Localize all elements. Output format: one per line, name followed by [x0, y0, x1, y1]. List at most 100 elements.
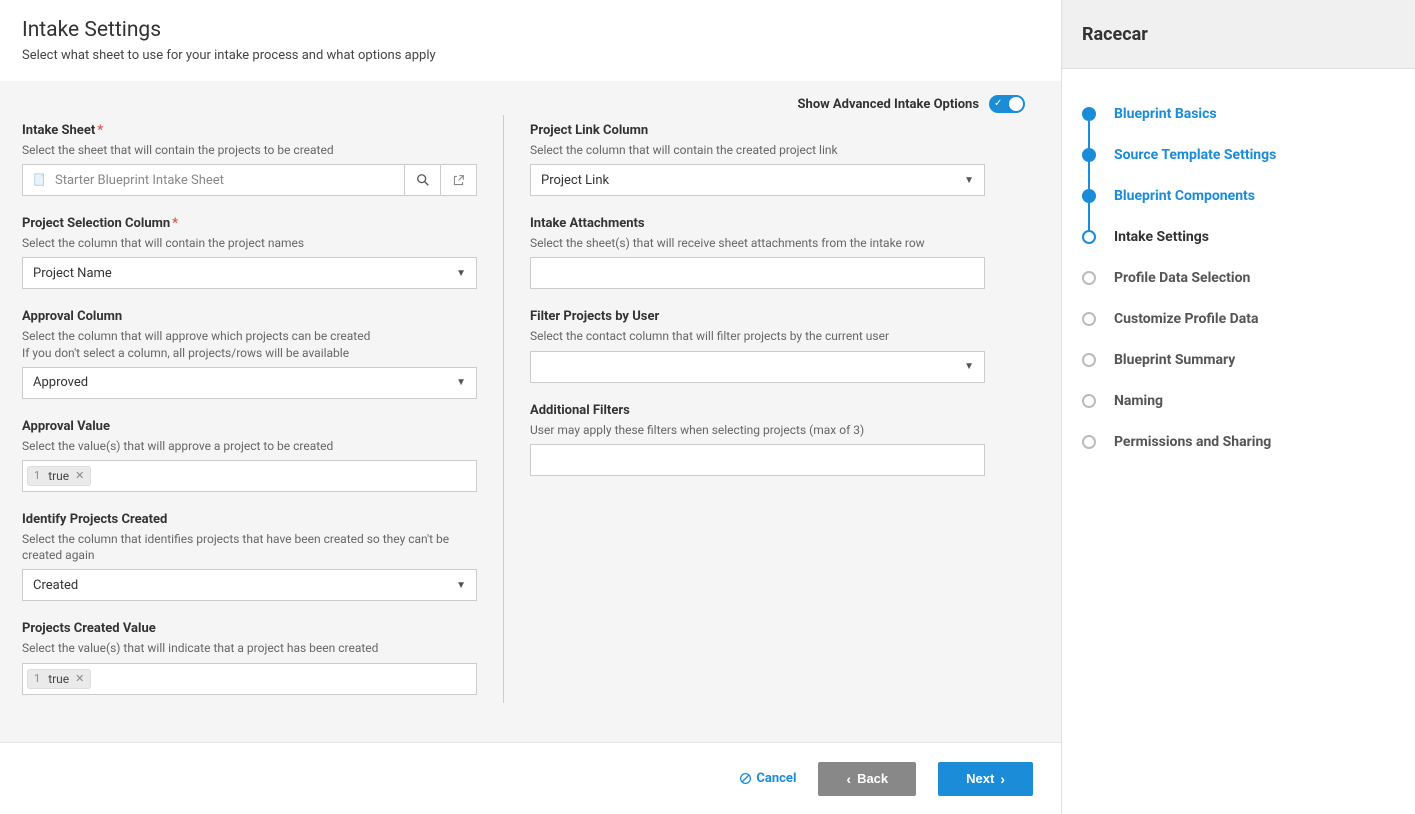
step-label: Customize Profile Data	[1114, 311, 1258, 327]
step-label: Source Template Settings	[1114, 147, 1276, 163]
wizard-step[interactable]: Blueprint Components	[1082, 175, 1395, 216]
page-title: Intake Settings	[22, 18, 1039, 42]
toggle-knob	[1009, 97, 1023, 111]
step-circle-icon	[1082, 394, 1096, 408]
remove-tag-icon[interactable]: ✕	[75, 469, 84, 482]
intake-sheet-field: Intake Sheet* Select the sheet that will…	[22, 123, 477, 196]
step-connector	[1088, 121, 1090, 148]
approval-column-select[interactable]: Approved ▼	[22, 367, 477, 399]
sheet-icon	[33, 173, 47, 187]
step-circle-icon	[1082, 271, 1096, 285]
select-value: Created	[33, 578, 78, 593]
project-link-field: Project Link Column Select the column th…	[530, 123, 985, 196]
step-label: Permissions and Sharing	[1114, 434, 1271, 450]
caret-down-icon: ▼	[456, 268, 466, 279]
approval-value-field: Approval Value Select the value(s) that …	[22, 419, 477, 492]
step-circle-icon	[1082, 435, 1096, 449]
field-help: Select the column that will contain the …	[530, 142, 985, 158]
field-help: Select the value(s) that will approve a …	[22, 438, 477, 454]
external-link-icon	[452, 174, 465, 187]
additional-filters-field: Additional Filters User may apply these …	[530, 403, 985, 476]
field-help: Select the column that will contain the …	[22, 235, 477, 251]
caret-down-icon: ▼	[964, 175, 974, 186]
approval-value-input[interactable]: 1 true ✕	[22, 460, 477, 492]
wizard-step[interactable]: Blueprint Basics	[1082, 93, 1395, 134]
additional-filters-input[interactable]	[530, 444, 985, 476]
footer: Cancel ‹ Back Next ›	[0, 742, 1061, 814]
field-label: Project Link Column	[530, 123, 985, 138]
step-label: Naming	[1114, 393, 1163, 409]
check-icon: ✓	[994, 97, 1002, 111]
value-tag: 1 true ✕	[27, 466, 91, 486]
intake-attachments-field: Intake Attachments Select the sheet(s) t…	[530, 216, 985, 289]
back-button[interactable]: ‹ Back	[818, 762, 916, 796]
project-link-select[interactable]: Project Link ▼	[530, 164, 985, 196]
form-body: Show Advanced Intake Options ✓ Intake Sh…	[0, 81, 1061, 742]
step-circle-icon	[1082, 230, 1096, 244]
intake-attachments-input[interactable]	[530, 257, 985, 289]
column-divider	[503, 115, 504, 703]
field-label: Approval Column	[22, 309, 477, 324]
search-icon	[416, 173, 430, 187]
field-label: Project Selection Column*	[22, 216, 477, 231]
search-button[interactable]	[405, 164, 441, 196]
projects-created-value-input[interactable]: 1 true ✕	[22, 663, 477, 695]
wizard-step[interactable]: Profile Data Selection	[1082, 257, 1395, 298]
cancel-icon	[739, 772, 752, 785]
wizard-step[interactable]: Customize Profile Data	[1082, 298, 1395, 339]
field-help: User may apply these filters when select…	[530, 422, 985, 438]
side-panel: Racecar Blueprint Basics Source Template …	[1062, 0, 1415, 814]
field-label: Additional Filters	[530, 403, 985, 418]
select-value: Project Link	[541, 173, 609, 188]
cancel-button[interactable]: Cancel	[739, 771, 796, 786]
select-value: Project Name	[33, 266, 112, 281]
form-columns: Intake Sheet* Select the sheet that will…	[22, 99, 1039, 715]
step-circle-icon	[1082, 353, 1096, 367]
caret-down-icon: ▼	[456, 580, 466, 591]
step-label: Blueprint Basics	[1114, 106, 1217, 122]
field-label: Filter Projects by User	[530, 309, 985, 324]
side-header: Racecar	[1062, 0, 1415, 69]
step-connector	[1088, 162, 1090, 189]
step-connector	[1088, 203, 1090, 230]
wizard-step[interactable]: Intake Settings	[1082, 216, 1395, 257]
next-button[interactable]: Next ›	[938, 762, 1033, 796]
wizard-step[interactable]: Permissions and Sharing	[1082, 421, 1395, 462]
chevron-right-icon: ›	[1000, 771, 1005, 787]
projects-created-value-field: Projects Created Value Select the value(…	[22, 621, 477, 694]
advanced-toggle[interactable]: ✓	[989, 95, 1025, 113]
intake-sheet-input-group: Starter Blueprint Intake Sheet	[22, 164, 477, 196]
page-subtitle: Select what sheet to use for your intake…	[22, 48, 1039, 63]
side-title: Racecar	[1082, 24, 1148, 45]
step-circle-icon	[1082, 148, 1096, 162]
main-panel: Intake Settings Select what sheet to use…	[0, 0, 1062, 814]
identify-projects-select[interactable]: Created ▼	[22, 569, 477, 601]
step-label: Blueprint Summary	[1114, 352, 1235, 368]
filter-by-user-select[interactable]: ▼	[530, 351, 985, 383]
step-label: Blueprint Components	[1114, 188, 1255, 204]
right-column: Project Link Column Select the column th…	[530, 123, 985, 715]
field-label: Intake Sheet*	[22, 123, 477, 138]
project-selection-select[interactable]: Project Name ▼	[22, 257, 477, 289]
identify-projects-field: Identify Projects Created Select the col…	[22, 512, 477, 601]
remove-tag-icon[interactable]: ✕	[75, 672, 84, 685]
step-label: Intake Settings	[1114, 229, 1209, 245]
step-circle-icon	[1082, 312, 1096, 326]
wizard-step[interactable]: Source Template Settings	[1082, 134, 1395, 175]
select-value: Approved	[33, 375, 88, 390]
open-external-button[interactable]	[441, 164, 477, 196]
intake-sheet-input[interactable]: Starter Blueprint Intake Sheet	[22, 164, 405, 196]
step-label: Profile Data Selection	[1114, 270, 1250, 286]
field-label: Approval Value	[22, 419, 477, 434]
advanced-toggle-label: Show Advanced Intake Options	[798, 97, 979, 112]
page-header: Intake Settings Select what sheet to use…	[0, 0, 1061, 81]
advanced-toggle-row: Show Advanced Intake Options ✓	[798, 95, 1025, 113]
wizard-step[interactable]: Blueprint Summary	[1082, 339, 1395, 380]
project-selection-field: Project Selection Column* Select the col…	[22, 216, 477, 289]
field-label: Identify Projects Created	[22, 512, 477, 527]
field-label: Projects Created Value	[22, 621, 477, 636]
value-tag: 1 true ✕	[27, 669, 91, 689]
field-help: Select the contact column that will filt…	[530, 328, 985, 344]
intake-sheet-value: Starter Blueprint Intake Sheet	[55, 173, 224, 188]
wizard-step[interactable]: Naming	[1082, 380, 1395, 421]
